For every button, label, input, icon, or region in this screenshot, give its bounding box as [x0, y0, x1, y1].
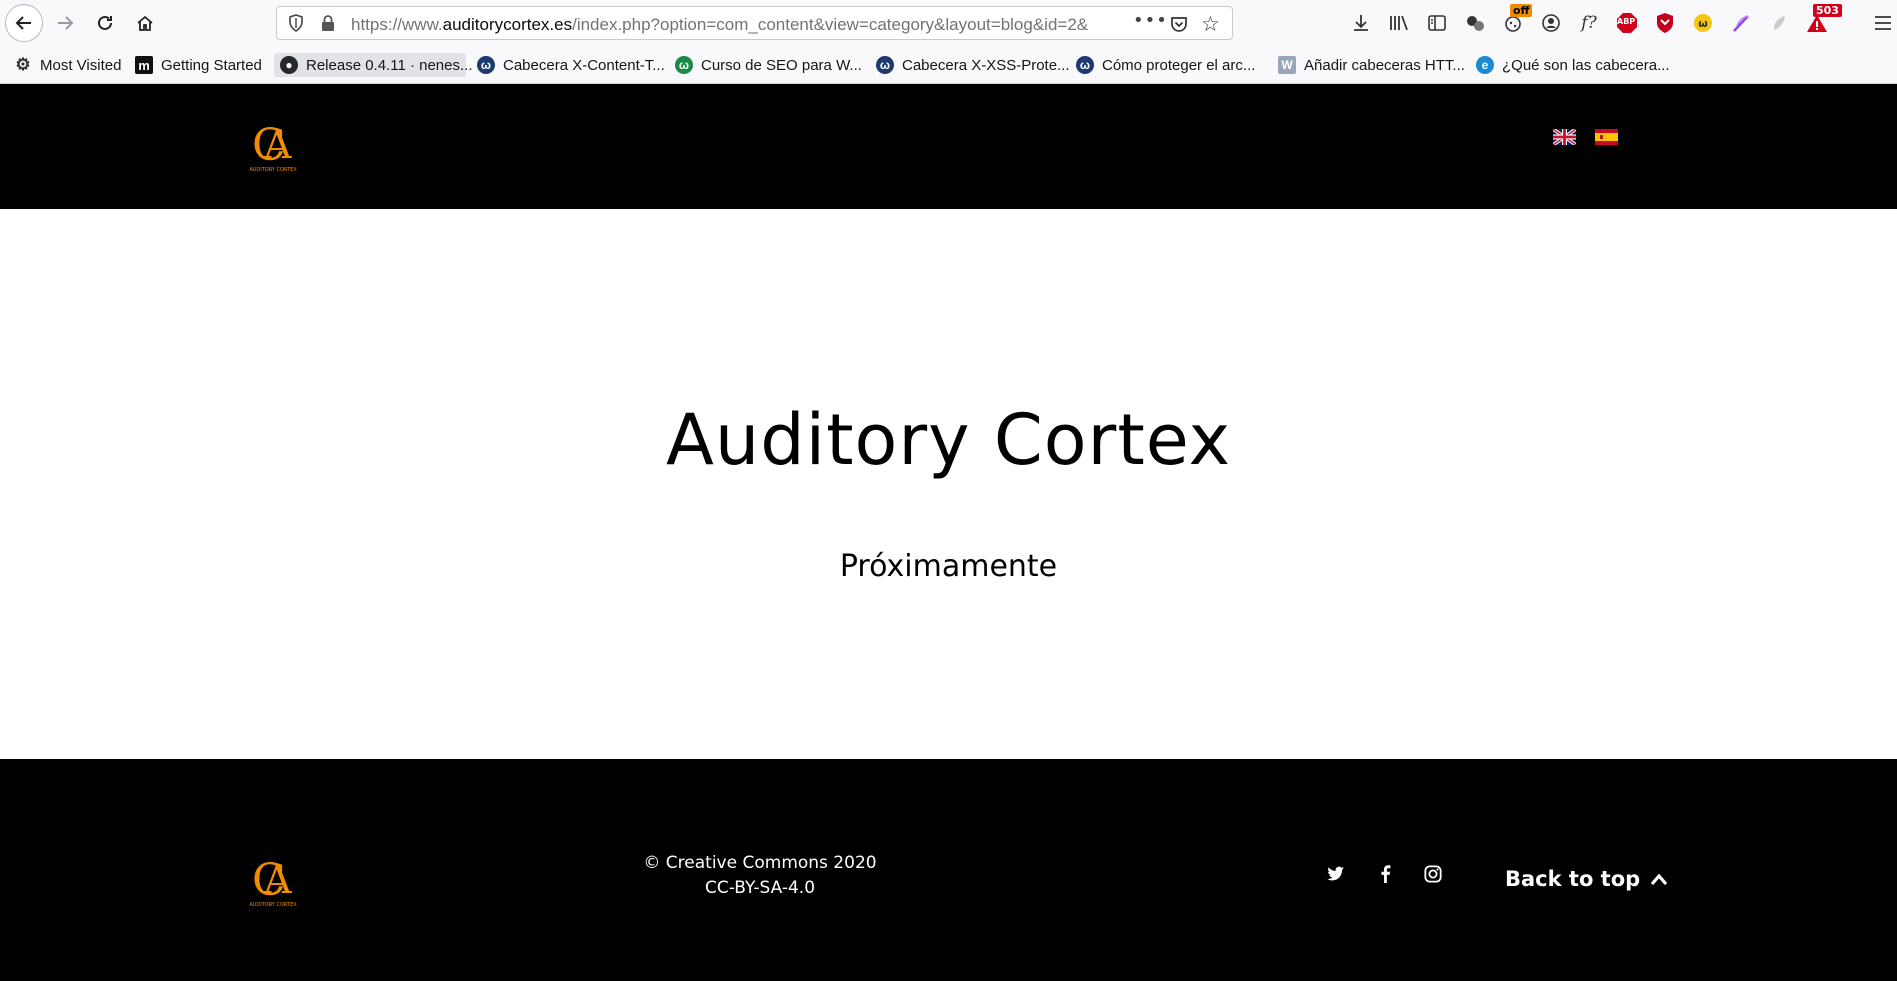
warning-alert-icon[interactable]: 503 — [1804, 4, 1842, 36]
back-to-top-label: Back to top — [1505, 867, 1641, 891]
hero-section: Auditory Cortex Próximamente — [0, 209, 1897, 759]
bookmark-label: Most Visited — [40, 56, 122, 74]
quill-extension-icon[interactable] — [1728, 10, 1754, 36]
bookmark-label: Añadir cabeceras HTT... — [1304, 56, 1465, 74]
w-extension-icon[interactable]: ω — [1690, 10, 1716, 36]
w-circle-icon: ω — [675, 56, 693, 74]
twitter-icon[interactable] — [1323, 861, 1349, 887]
copyright-text: © Creative Commons 2020 — [643, 853, 877, 873]
reload-button[interactable] — [86, 4, 124, 42]
bookmark-item[interactable]: ω Cabecera X-XSS-Prote... — [870, 53, 1076, 77]
svg-text:A: A — [263, 123, 292, 167]
wordpress-icon: W — [1278, 56, 1296, 74]
w-circle-icon: ω — [477, 56, 495, 74]
arrow-left-icon — [15, 16, 31, 30]
bookmark-item[interactable]: ● Release 0.4.11 · nenes... — [274, 53, 473, 77]
off-badge: off — [1510, 4, 1533, 17]
instagram-icon[interactable] — [1420, 861, 1446, 887]
browser-toolbar: https://www.auditorycortex.es/index.php?… — [0, 0, 1897, 46]
grey-leaf-icon[interactable] — [1766, 10, 1792, 36]
site-header: C A AUDITORY CORTEX — [0, 84, 1897, 209]
svg-text:ω: ω — [1698, 17, 1708, 30]
svg-text:AUDITORY CORTEX: AUDITORY CORTEX — [249, 902, 297, 908]
bookmark-label: Curso de SEO para W... — [701, 56, 862, 74]
bookmark-label: Cabecera X-Content-T... — [503, 56, 665, 74]
ublock-shield-icon[interactable] — [1652, 10, 1678, 36]
lock-icon[interactable] — [319, 14, 337, 32]
bookmark-item[interactable]: ω Cabecera X-Content-T... — [471, 53, 671, 77]
chevron-up-icon — [1650, 873, 1668, 886]
abp-label: ABP — [1617, 17, 1636, 26]
extension-balls-icon[interactable] — [1462, 10, 1488, 36]
library-icon[interactable] — [1386, 10, 1412, 36]
back-button[interactable] — [5, 4, 43, 42]
bookmark-item[interactable]: m Getting Started — [129, 53, 268, 77]
address-bar[interactable]: https://www.auditorycortex.es/index.php?… — [276, 6, 1233, 40]
bookmark-label: Getting Started — [161, 56, 262, 74]
cookie-extension-icon[interactable]: off — [1500, 4, 1533, 36]
uk-flag-icon[interactable] — [1553, 129, 1576, 145]
forward-button[interactable] — [46, 4, 84, 42]
extension-toolbar: off f? ABP ω 503 — [1348, 4, 1897, 38]
site-footer: C A AUDITORY CORTEX © Creative Commons 2… — [0, 759, 1897, 981]
bookmark-item[interactable]: W Añadir cabeceras HTT... — [1272, 53, 1471, 77]
url-host: auditorycortex.es — [442, 15, 573, 34]
svg-text:AUDITORY CORTEX: AUDITORY CORTEX — [249, 167, 297, 173]
github-icon: ● — [280, 56, 298, 74]
facebook-icon[interactable] — [1372, 861, 1398, 887]
w-circle-icon: ω — [1076, 56, 1094, 74]
reload-icon — [98, 15, 112, 30]
license-text: CC-BY-SA-4.0 — [704, 878, 816, 898]
gear-icon: ⚙ — [15, 55, 31, 74]
page-subtitle: Próximamente — [839, 549, 1058, 584]
blue-e-icon: e — [1476, 56, 1494, 74]
arrow-right-icon — [58, 16, 74, 30]
home-icon — [137, 15, 153, 31]
bookmark-item[interactable]: e ¿Qué son las cabecera... — [1470, 53, 1676, 77]
svg-text:A: A — [263, 858, 292, 902]
w-circle-icon: ω — [876, 56, 894, 74]
bookmark-label: Release 0.4.11 · nenes... — [306, 56, 473, 74]
url-prefix: https://www. — [351, 15, 443, 34]
sidebar-icon[interactable] — [1424, 10, 1450, 36]
font-finder-icon[interactable]: f? — [1576, 10, 1602, 36]
download-icon[interactable] — [1348, 10, 1374, 36]
url-text[interactable]: https://www.auditorycortex.es/index.php?… — [351, 15, 1131, 35]
auditory-cortex-logo[interactable]: C A AUDITORY CORTEX — [247, 120, 299, 174]
bookmark-item[interactable]: ⚙ Most Visited — [8, 53, 127, 77]
back-to-top-link[interactable]: Back to top — [1505, 867, 1668, 891]
spain-flag-icon[interactable] — [1595, 129, 1618, 145]
bookmarks-toolbar: ⚙ Most Visited m Getting Started ● Release … — [0, 46, 1897, 84]
footer-copyright-block: © Creative Commons 2020 CC-BY-SA-4.0 — [600, 851, 920, 901]
bookmark-label: ¿Qué son las cabecera... — [1502, 56, 1670, 74]
alert-count-badge: 503 — [1813, 4, 1842, 17]
home-button[interactable] — [126, 4, 164, 42]
url-path: /index.php?option=com_content&view=categ… — [572, 15, 1089, 34]
bookmark-star-icon[interactable]: ☆ — [1201, 12, 1220, 36]
adblock-plus-icon[interactable]: ABP — [1614, 10, 1640, 36]
page-actions-menu-icon[interactable]: ••• — [1133, 10, 1168, 31]
bookmark-label: Cabecera X-XSS-Prote... — [902, 56, 1070, 74]
bookmark-label: Cómo proteger el arc... — [1102, 56, 1256, 74]
page-title: Auditory Cortex — [665, 399, 1232, 481]
bookmark-item[interactable]: ω Cómo proteger el arc... — [1070, 53, 1261, 77]
account-icon[interactable] — [1538, 10, 1564, 36]
bookmark-item[interactable]: ω Curso de SEO para W... — [669, 53, 868, 77]
footer-logo[interactable]: C A AUDITORY CORTEX — [247, 855, 299, 909]
pocket-icon[interactable] — [1169, 14, 1189, 34]
menu-hamburger-icon[interactable] — [1870, 10, 1896, 36]
m-logo-icon: m — [135, 56, 153, 74]
shield-icon[interactable] — [287, 14, 305, 32]
